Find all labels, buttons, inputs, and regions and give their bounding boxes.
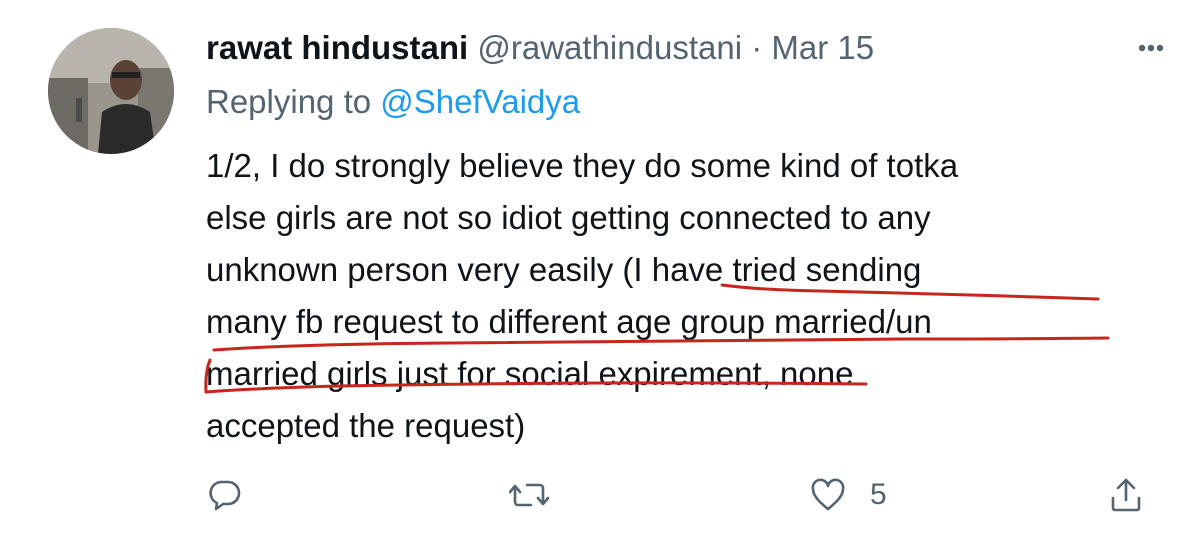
tweet-text-line: married girls just for social expirement…	[206, 348, 1166, 400]
tweet-text-line: accepted the request)	[206, 407, 526, 444]
tweet-date[interactable]: Mar 15	[771, 29, 874, 66]
reply-bubble-icon	[208, 478, 242, 512]
underlined-text-segment: (I have tried sending	[622, 251, 922, 288]
tweet-text: 1/2, I do strongly believe they do some …	[206, 140, 1166, 452]
tweet-text-segment: unknown person very easily	[206, 251, 623, 288]
retweet-icon	[509, 478, 549, 512]
author-name[interactable]: rawat hindustani	[206, 29, 468, 66]
tweet-text-segment: , none	[761, 355, 854, 392]
underlined-text-segment: married girls just for social expirement	[206, 355, 762, 392]
share-button[interactable]	[1110, 470, 1142, 520]
avatar-photo	[48, 28, 174, 154]
share-icon	[1110, 477, 1142, 513]
like-button[interactable]: 5	[810, 470, 887, 520]
tweet-text-line: else girls are not so idiot getting conn…	[206, 199, 931, 236]
tweet-header: rawat hindustani @rawathindustani · Mar …	[206, 28, 874, 68]
tweet-text-line: unknown person very easily (I have tried…	[206, 244, 1166, 296]
replying-to: Replying to @ShefVaidya	[206, 82, 580, 122]
reply-button[interactable]	[208, 470, 242, 520]
replying-to-mention[interactable]: @ShefVaidya	[380, 83, 580, 120]
more-options-icon[interactable]	[1136, 30, 1166, 66]
tweet-text-line: 1/2, I do strongly believe they do some …	[206, 147, 959, 184]
tweet-actions: 5	[0, 470, 1200, 520]
header-separator: ·	[751, 29, 763, 66]
author-handle[interactable]: @rawathindustani	[477, 29, 742, 66]
retweet-button[interactable]	[509, 470, 549, 520]
replying-to-label: Replying to	[206, 83, 381, 120]
avatar[interactable]	[48, 28, 174, 154]
heart-icon	[810, 478, 846, 512]
like-count: 5	[870, 478, 887, 511]
tweet-text-line: many fb request to different age group m…	[206, 303, 932, 340]
